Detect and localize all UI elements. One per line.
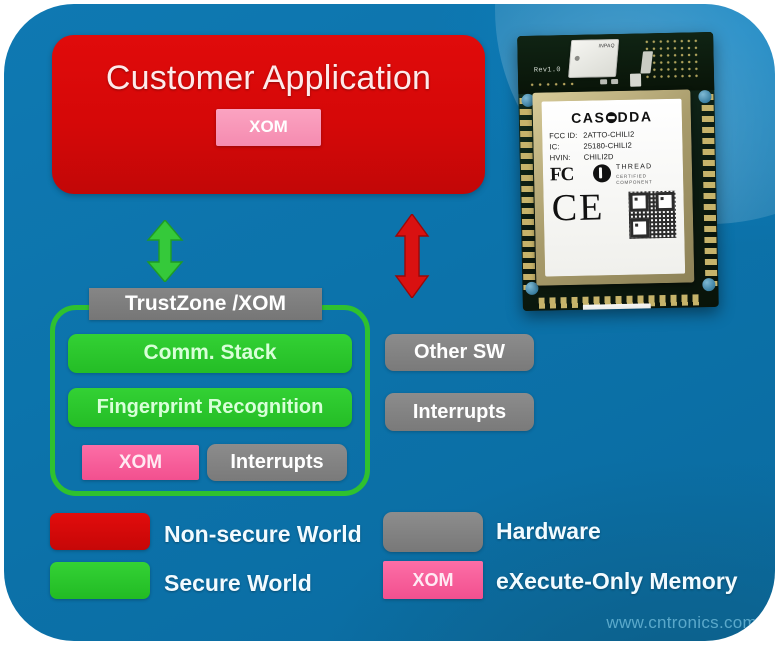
qr-finder-top-right [655, 191, 675, 212]
cascoda-logo-part1: CAS [570, 109, 606, 126]
diagram-canvas: Customer Application XOM TrustZone /XOM … [0, 0, 779, 645]
fcc-logo-icon: FC [549, 163, 574, 186]
cascoda-logo-part2: DDA [617, 108, 653, 125]
mount-hole-4 [702, 277, 716, 292]
legend-swatch-nonsecure [50, 513, 150, 550]
cascoda-logo: CAS DDA [542, 108, 682, 127]
module-label: CAS DDA FCC ID: 2ATTO-CHILI2 IC: 25180-CHIL… [541, 98, 686, 277]
pcb-rev-label: Rev1.0 [533, 66, 561, 75]
cascoda-logo-mark [605, 112, 618, 124]
legend-label-xom: eXecute-Only Memory [496, 568, 738, 594]
comm-stack-box: Comm. Stack [68, 334, 352, 373]
hvin-line: HVIN: CHILI2D [550, 152, 614, 162]
smd-component-1 [600, 79, 608, 85]
qr-finder-top-left [629, 192, 649, 212]
thread-certification-text: THREAD CERTIFIED COMPONENT [616, 162, 653, 187]
customer-application-label: Customer Application [105, 59, 432, 97]
thread-name: THREAD [615, 163, 653, 172]
trustzone-header-bar: TrustZone /XOM [89, 288, 322, 320]
other-sw-box: Other SW [385, 334, 534, 371]
hvin-value: CHILI2D [583, 152, 614, 162]
cascoda-chili2-module-photo: Rev1.0 INPAQ CAS DDA FCC ID: 2ATTO-CHILI… [517, 31, 719, 312]
legend-swatch-secure [50, 562, 150, 599]
ic-id-line: IC: 25180-CHILI2 [549, 141, 632, 152]
pcb-body: Rev1.0 INPAQ CAS DDA FCC ID: 2ATTO-CHILI… [517, 31, 719, 312]
secure-link-arrow [146, 220, 184, 282]
nonsecure-link-arrow [394, 214, 430, 298]
fcc-id-value: 2ATTO-CHILI2 [583, 129, 635, 140]
interrupts-secure-box: Interrupts [207, 444, 347, 481]
interrupts-nonsecure-box: Interrupts [385, 393, 534, 431]
fingerprint-recognition-box: Fingerprint Recognition [68, 388, 352, 427]
fcc-id-line: FCC ID: 2ATTO-CHILI2 [549, 130, 634, 141]
test-pad-row [528, 80, 575, 88]
legend-label-secure: Secure World [164, 570, 312, 596]
legend-label-hardware: Hardware [496, 518, 601, 544]
antenna-component: INPAQ [568, 38, 620, 79]
legend-label-nonsecure: Non-secure World [164, 521, 362, 547]
ic-id-value: 25180-CHILI2 [583, 140, 633, 151]
legend-swatch-hardware [383, 512, 483, 552]
qr-code-icon [628, 190, 677, 239]
smd-component-2 [611, 78, 619, 85]
xom-badge-secure: XOM [82, 445, 199, 480]
thread-sub-2: COMPONENT [616, 179, 653, 186]
smd-component-3 [629, 73, 642, 87]
legend-swatch-xom: XOM [383, 561, 483, 599]
customer-application-box: Customer Application XOM [52, 35, 485, 194]
board-connector [582, 303, 652, 312]
blue-background-panel: Customer Application XOM TrustZone /XOM … [4, 4, 775, 641]
fcc-id-key: FCC ID: [549, 130, 578, 141]
inpaq-mark: INPAQ [598, 43, 615, 50]
xom-badge-application: XOM [216, 108, 321, 146]
thread-group-icon [592, 164, 612, 183]
ic-id-key: IC: [549, 142, 560, 152]
hvin-key: HVIN: [549, 152, 571, 163]
ce-mark-icon: CE [551, 186, 605, 230]
antenna-feed-dot [574, 55, 580, 61]
site-watermark: www.cntronics.com [606, 613, 757, 632]
castellation-pads-right [701, 93, 718, 287]
rf-shield-can: CAS DDA FCC ID: 2ATTO-CHILI2 IC: 25180-CHIL… [532, 89, 695, 286]
qr-finder-bottom-left [629, 218, 650, 238]
